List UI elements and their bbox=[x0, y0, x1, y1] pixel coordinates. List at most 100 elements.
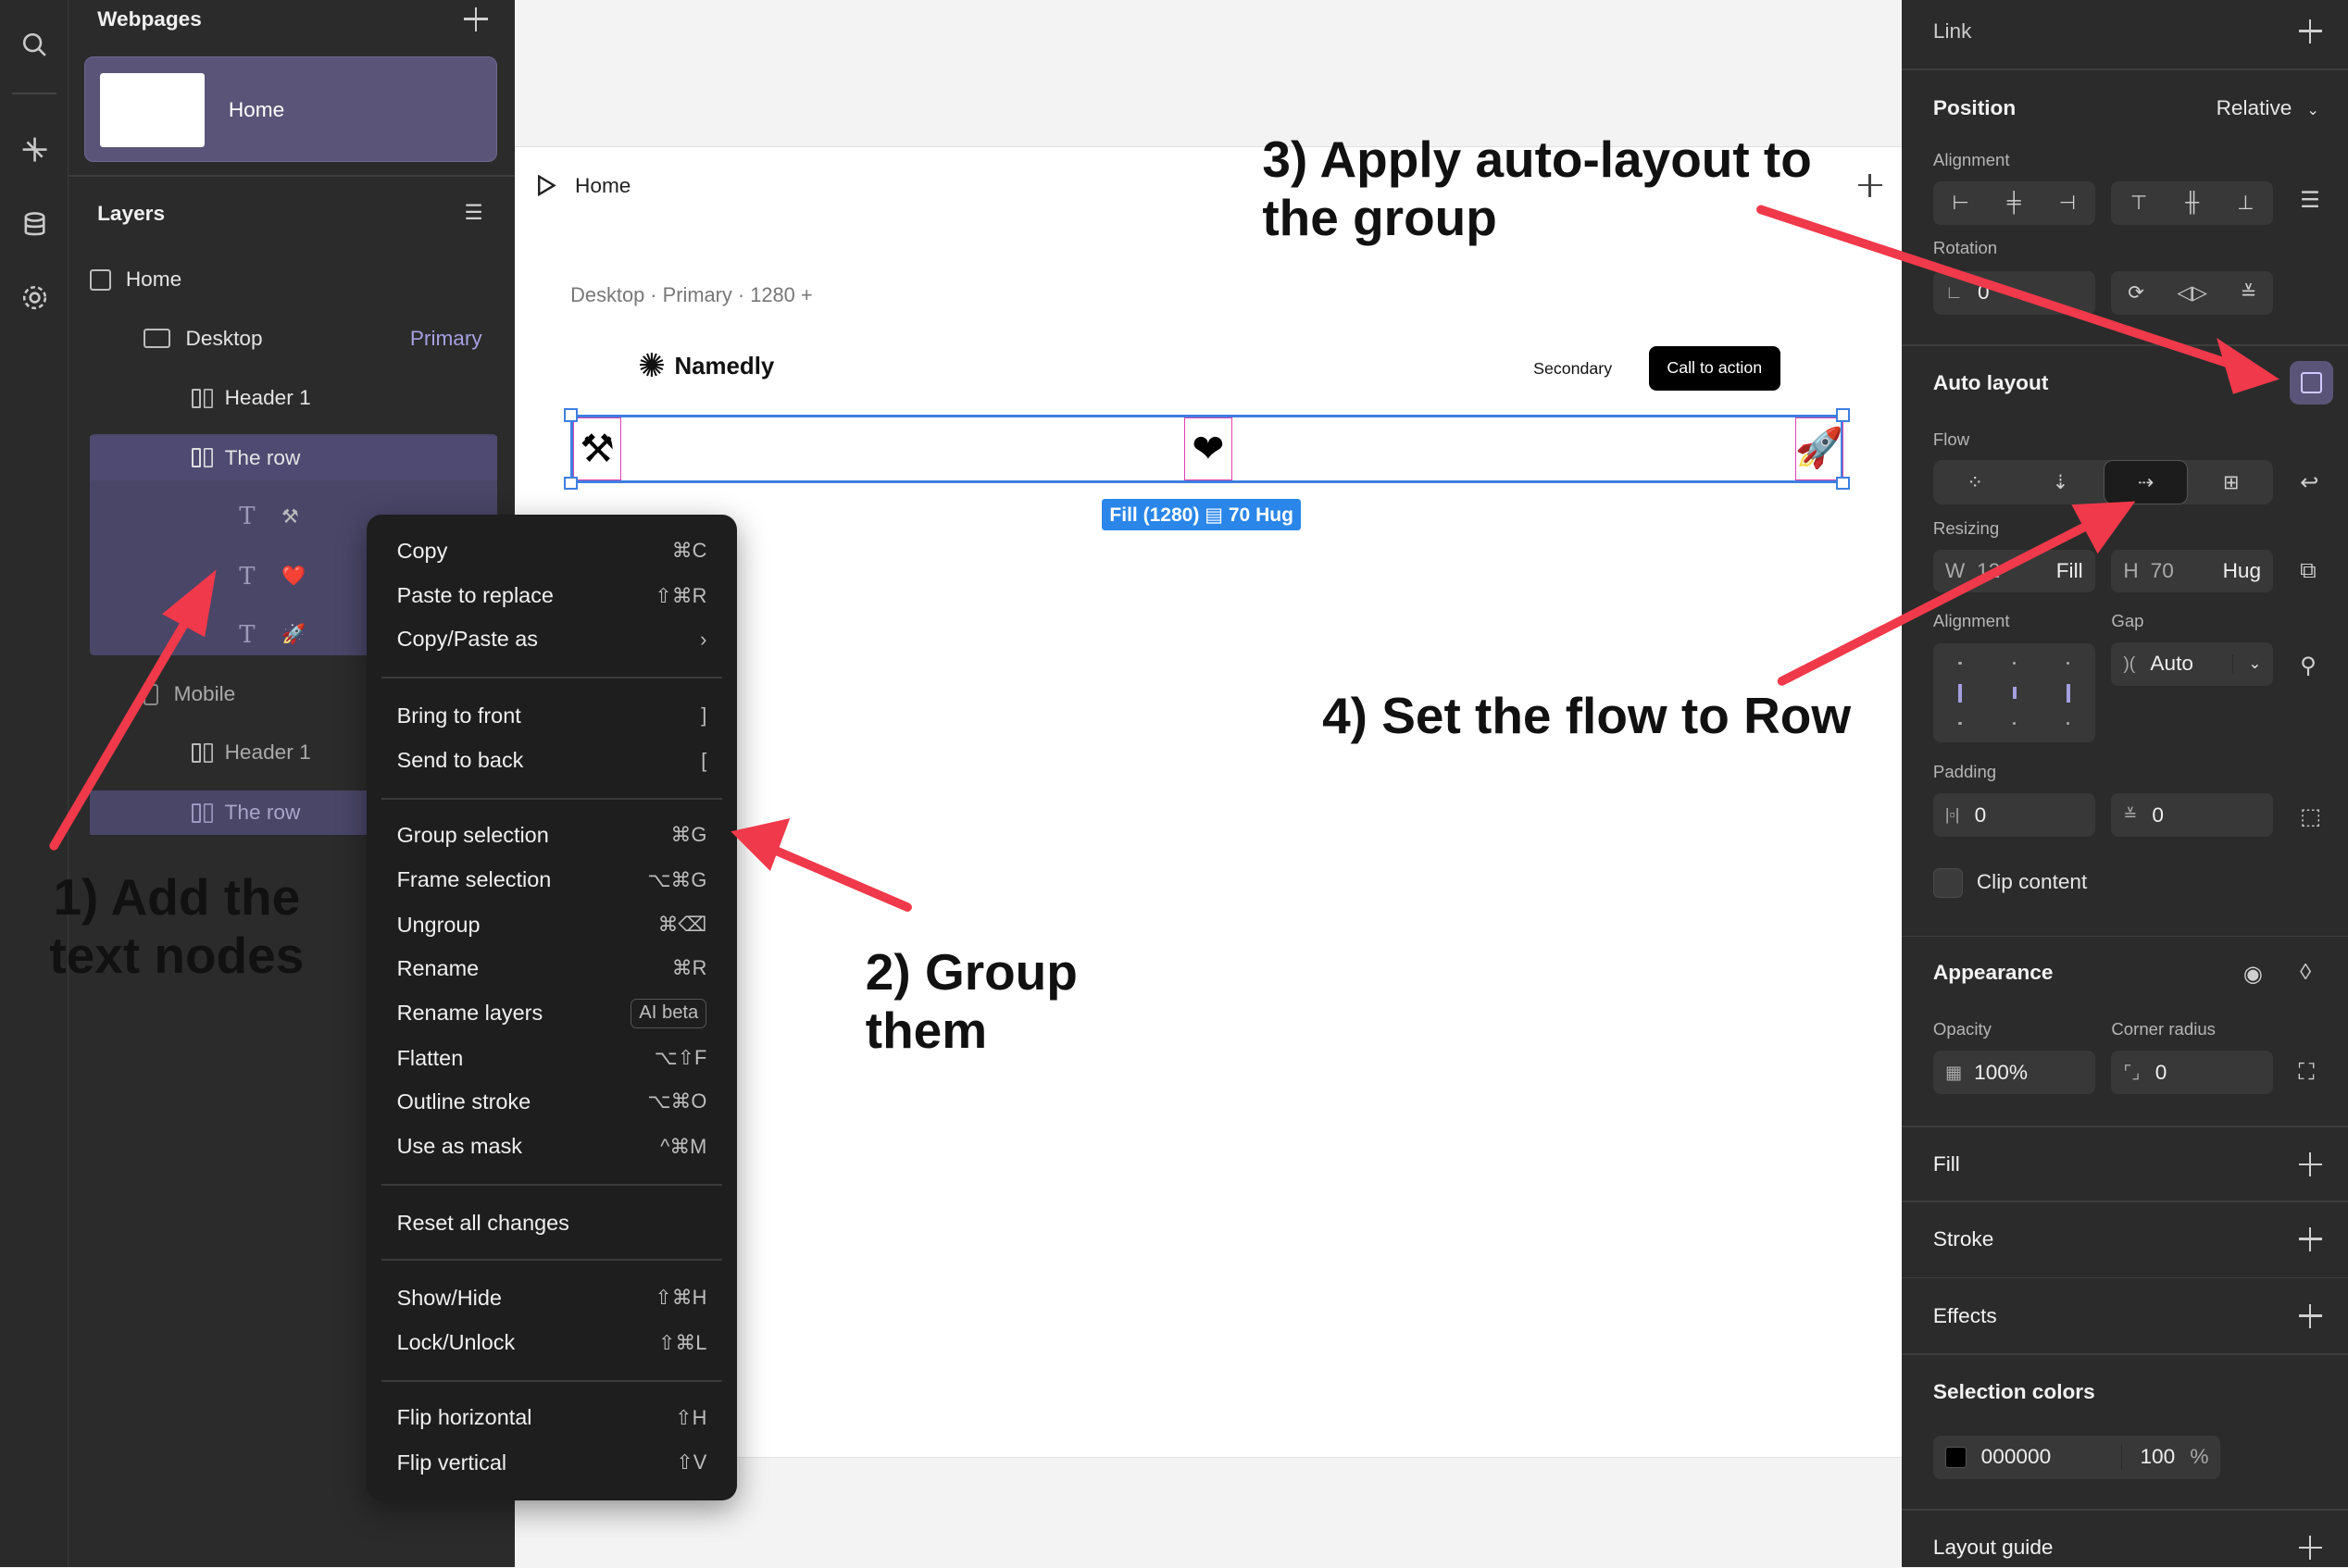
height-field[interactable]: H 70 Hug bbox=[2111, 549, 2274, 593]
add-effect-plus-icon[interactable] bbox=[2298, 1303, 2323, 1328]
the-row-frame[interactable]: ⚒ ❤ 🚀 bbox=[564, 408, 1850, 491]
flip-rotate-group[interactable]: ⟳ ◁▷ ≚ bbox=[2111, 270, 2274, 315]
menu-item-use-as-mask[interactable]: Use as mask ^⌘M bbox=[367, 1126, 736, 1167]
context-menu: Copy ⌘C Paste to replace ⇧⌘R Copy/Paste as… bbox=[367, 515, 737, 1500]
row-cell-tools[interactable]: ⚒ bbox=[573, 417, 621, 480]
menu-item-flatten[interactable]: Flatten ⌥⇧F bbox=[367, 1038, 736, 1079]
add-link-plus-icon[interactable] bbox=[2298, 19, 2323, 44]
logo-text: Namedly bbox=[674, 353, 775, 380]
flow-free-icon[interactable]: ⁘ bbox=[1933, 460, 2017, 505]
add-fill-plus-icon[interactable] bbox=[2298, 1152, 2323, 1177]
call-to-action-button[interactable]: Call to action bbox=[1648, 345, 1780, 392]
resize-handle[interactable] bbox=[564, 408, 579, 422]
layer-label: Home bbox=[125, 268, 182, 292]
menu-item-copy-paste-as[interactable]: Copy/Paste as › bbox=[367, 618, 736, 660]
components-icon[interactable] bbox=[0, 127, 69, 172]
menu-item-flip-horizontal[interactable]: Flip horizontal ⇧H bbox=[367, 1397, 736, 1438]
row-cell-heart[interactable]: ❤ bbox=[1184, 417, 1232, 480]
menu-item-outline-stroke[interactable]: Outline stroke ⌥⌘O bbox=[367, 1081, 736, 1123]
layer-label: Mobile bbox=[173, 682, 236, 706]
individual-corners-icon[interactable]: ⛶ bbox=[2299, 1060, 2315, 1086]
layer-tag-primary: Primary bbox=[409, 326, 482, 350]
flow-row-icon[interactable]: ⇢ bbox=[2104, 459, 2188, 505]
auto-layout-toggle-icon[interactable] bbox=[2289, 360, 2333, 404]
resize-handle[interactable] bbox=[1836, 408, 1850, 422]
layers-filter-icon[interactable]: ☰ bbox=[464, 201, 482, 225]
distribute-icon[interactable]: ☰ bbox=[2300, 186, 2320, 214]
menu-item-ungroup[interactable]: Ungroup ⌘⌫ bbox=[367, 904, 736, 946]
layer-desktop[interactable]: Desktop Primary bbox=[90, 316, 497, 361]
padding-horizontal-input[interactable]: |▫| 0 bbox=[1932, 793, 2095, 838]
add-layout-guide-plus-icon[interactable] bbox=[2298, 1536, 2323, 1561]
layer-label: Desktop bbox=[185, 326, 263, 350]
annotation-step-2: 2) Group them bbox=[865, 942, 1078, 1060]
rotation-input[interactable]: ∟ 0 bbox=[1932, 270, 2095, 315]
padding-individual-icon[interactable]: ⬚ bbox=[2300, 803, 2321, 830]
padding-vertical-input[interactable]: ≚ 0 bbox=[2111, 793, 2274, 838]
al-alignment-label: Alignment bbox=[1932, 610, 2010, 630]
layer-label: Header 1 bbox=[224, 386, 311, 410]
menu-item-reset-all-changes[interactable]: Reset all changes bbox=[367, 1202, 736, 1244]
stack-icon bbox=[192, 742, 201, 763]
horizontal-align-group[interactable]: ⊢ ╪ ⊣ bbox=[1932, 180, 2095, 225]
menu-item-rename-layers[interactable]: Rename layers AI beta bbox=[367, 992, 736, 1034]
auto-layout-title: Auto layout bbox=[1932, 371, 2049, 395]
resize-constraints-icon[interactable]: ⧉ bbox=[2300, 558, 2316, 584]
add-stroke-plus-icon[interactable] bbox=[2298, 1227, 2323, 1252]
tools-emoji: ⚒ bbox=[580, 427, 615, 471]
add-breakpoint-plus-icon[interactable] bbox=[1858, 173, 1882, 198]
layer-home[interactable]: Home bbox=[90, 257, 497, 303]
gap-select[interactable]: )(Auto ⌄ bbox=[2111, 641, 2274, 686]
gap-settings-icon[interactable]: ⚲ bbox=[2300, 652, 2317, 679]
menu-item-bring-to-front[interactable]: Bring to front] bbox=[367, 694, 736, 736]
chevron-down-icon: ⌄ bbox=[2306, 101, 2319, 118]
page-tab-home[interactable]: Home bbox=[536, 174, 631, 198]
wrap-icon[interactable]: ↩ bbox=[2300, 468, 2318, 496]
corner-radius-input[interactable]: ⌜⌟ 0 bbox=[2111, 1051, 2274, 1095]
position-select[interactable]: Relative ⌄ bbox=[2217, 96, 2319, 120]
mobile-icon bbox=[144, 684, 159, 705]
gear-icon[interactable] bbox=[0, 276, 69, 321]
menu-item-show-hide[interactable]: Show/Hide ⇧⌘H bbox=[367, 1277, 736, 1319]
drop-icon[interactable]: ◊ bbox=[2300, 960, 2311, 986]
webpages-title: Webpages bbox=[97, 7, 202, 31]
database-icon[interactable] bbox=[0, 202, 69, 247]
flow-segmented-control[interactable]: ⁘ ⇣ ⇢ ⊞ bbox=[1932, 459, 2274, 505]
layer-label: ❤️ bbox=[281, 566, 306, 588]
opacity-input[interactable]: ▦ 100% bbox=[1932, 1051, 2095, 1095]
menu-item-copy[interactable]: Copy ⌘C bbox=[367, 530, 736, 572]
webpage-card-home[interactable]: Home bbox=[83, 56, 497, 162]
alignment-label: Alignment bbox=[1932, 149, 2010, 169]
annotation-step-4: 4) Set the flow to Row bbox=[1322, 687, 1852, 745]
text-icon: T bbox=[239, 562, 256, 591]
menu-item-rename[interactable]: Rename ⌘R bbox=[367, 948, 736, 989]
menu-item-paste-to-replace[interactable]: Paste to replace ⇧⌘R bbox=[367, 575, 736, 616]
breakpoint-label[interactable]: Desktop · Primary · 1280 + bbox=[570, 283, 812, 307]
menu-item-group-selection[interactable]: Group selection ⌘G bbox=[367, 815, 736, 856]
layers-title: Layers bbox=[97, 202, 166, 226]
selection-colors-title: Selection colors bbox=[1932, 1380, 2095, 1404]
menu-item-frame-selection[interactable]: Frame selection ⌥⌘G bbox=[367, 859, 736, 901]
alignment-grid[interactable] bbox=[1932, 643, 2095, 743]
flow-grid-icon[interactable]: ⊞ bbox=[2189, 460, 2273, 505]
add-webpage-plus-icon[interactable] bbox=[464, 7, 489, 31]
layer-label: ⚒ bbox=[281, 505, 299, 528]
flow-column-icon[interactable]: ⇣ bbox=[2018, 460, 2103, 505]
layer-header-1[interactable]: Header 1 bbox=[90, 376, 497, 421]
clip-content-checkbox[interactable] bbox=[1932, 868, 1964, 899]
search-icon[interactable] bbox=[0, 22, 69, 68]
menu-item-send-to-back[interactable]: Send to back[ bbox=[367, 740, 736, 781]
chevron-down-icon: ⌄ bbox=[2232, 654, 2261, 674]
eye-icon[interactable]: ◉ bbox=[2243, 960, 2263, 988]
resize-handle[interactable] bbox=[1836, 476, 1850, 491]
secondary-button[interactable]: Secondary bbox=[1533, 359, 1612, 379]
width-field[interactable]: W 12 Fill bbox=[1932, 549, 2095, 593]
layer-the-row[interactable]: The row bbox=[90, 435, 497, 481]
row-cell-rocket[interactable]: 🚀 bbox=[1795, 417, 1843, 480]
menu-item-lock-unlock[interactable]: Lock/Unlock ⇧⌘L bbox=[367, 1322, 736, 1363]
menu-item-flip-vertical[interactable]: Flip vertical ⇧V bbox=[367, 1441, 736, 1483]
color-swatch[interactable] bbox=[1944, 1447, 1967, 1468]
resize-handle[interactable] bbox=[564, 476, 579, 491]
selection-color-row[interactable]: 000000 100 % bbox=[1932, 1435, 2221, 1479]
vertical-align-group[interactable]: ⊤ ╫ ⊥ bbox=[2111, 180, 2274, 225]
